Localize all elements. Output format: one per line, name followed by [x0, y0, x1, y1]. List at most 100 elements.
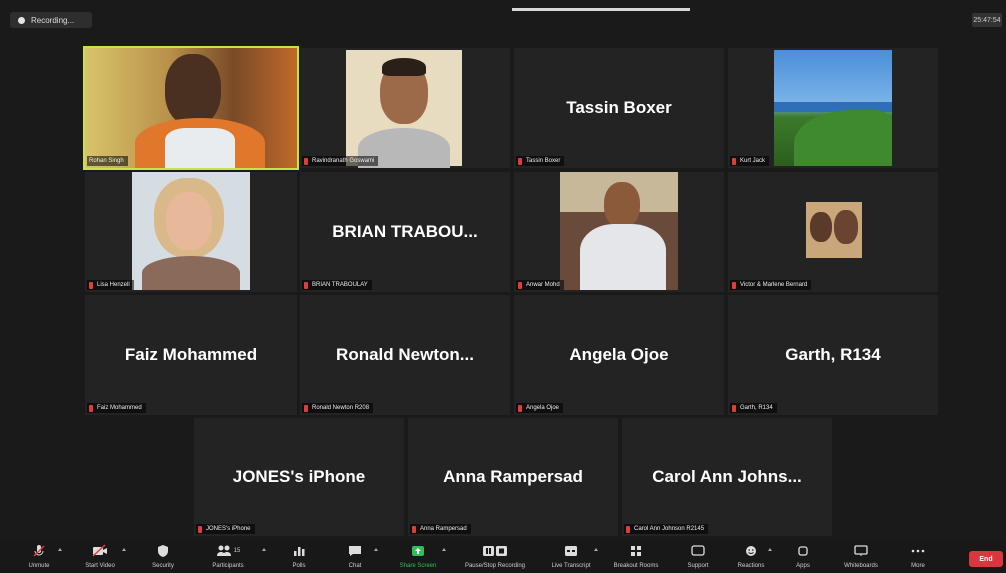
video-tile-5[interactable]: Lisa Henzell: [85, 172, 297, 292]
muted-mic-icon: [626, 525, 630, 533]
recording-indicator[interactable]: Recording...: [10, 12, 92, 28]
video-tile-1[interactable]: Rohan Singh: [83, 46, 299, 170]
video-tile-14[interactable]: Anna Rampersad Anna Rampersad: [408, 418, 618, 536]
video-tile-10[interactable]: Ronald Newton... Ronald Newton R208: [300, 295, 510, 415]
apps-button[interactable]: Apps: [789, 544, 817, 572]
polls-button[interactable]: Polls: [286, 544, 312, 572]
video-tile-12[interactable]: Garth, R134 Garth, R134: [728, 295, 938, 415]
unmute-button[interactable]: Unmute: [24, 544, 54, 572]
participant-name-tag: Victor & Marlene Bernard: [730, 280, 812, 290]
participant-name-tag: BRIAN TRABOULAY: [302, 280, 372, 290]
participant-name-tag: Faiz Mohammed: [87, 403, 146, 413]
participant-name-tag: Ronald Newton R208: [302, 403, 374, 413]
participant-display-name: Garth, R134: [785, 345, 881, 364]
meeting-timer: 25:47:54: [972, 13, 1002, 27]
share-screen-button[interactable]: Share Screen: [392, 544, 444, 572]
polls-label: Polls: [292, 563, 306, 569]
participant-display-name: Carol Ann Johns...: [652, 467, 802, 486]
participant-photo: [560, 172, 678, 290]
audio-options-caret[interactable]: [58, 548, 62, 551]
reactions-icon: [746, 546, 756, 556]
end-meeting-button[interactable]: End: [969, 551, 1003, 567]
muted-mic-icon: [412, 525, 416, 533]
video-tile-13[interactable]: JONES's iPhone JONES's iPhone: [194, 418, 404, 536]
participants-options-caret[interactable]: [262, 548, 266, 551]
recording-label: Recording...: [31, 15, 75, 25]
chat-button[interactable]: Chat: [340, 544, 370, 572]
muted-mic-icon: [89, 404, 93, 412]
security-label: Security: [152, 563, 174, 569]
more-button[interactable]: More: [904, 544, 932, 572]
chat-icon: [349, 546, 361, 556]
reactions-button[interactable]: Reactions: [732, 544, 770, 572]
unmute-label: Unmute: [28, 563, 50, 569]
participant-name: Ravindranath Goswami: [312, 158, 375, 164]
chat-label: Chat: [348, 563, 362, 569]
participant-name-tag: Tassin Boxer: [516, 156, 565, 166]
muted-mic-icon: [304, 281, 308, 289]
whiteboard-icon: [854, 545, 868, 556]
support-button[interactable]: Support: [680, 544, 716, 572]
whiteboards-label: Whiteboards: [844, 563, 878, 569]
reactions-options-caret[interactable]: [768, 548, 772, 551]
muted-mic-icon: [732, 281, 736, 289]
video-tile-11[interactable]: Angela Ojoe Angela Ojoe: [514, 295, 724, 415]
participant-name: Anwar Mohd: [526, 282, 560, 288]
participant-display-name: BRIAN TRABOU...: [332, 222, 478, 241]
pause-stop-recording-label: Pause/Stop Recording: [464, 563, 526, 569]
video-tile-3[interactable]: Tassin Boxer Tassin Boxer: [514, 48, 724, 168]
participant-name-tag: Lisa Henzell: [87, 280, 134, 290]
muted-mic-icon: [518, 404, 522, 412]
video-tile-8[interactable]: Victor & Marlene Bernard: [728, 172, 938, 292]
live-transcript-button[interactable]: Live Transcript: [545, 544, 597, 572]
apps-label: Apps: [796, 563, 810, 569]
muted-mic-icon: [198, 525, 202, 533]
participant-name-tag: Garth, R134: [730, 403, 777, 413]
chat-options-caret[interactable]: [374, 548, 378, 551]
video-tile-9[interactable]: Faiz Mohammed Faiz Mohammed: [85, 295, 297, 415]
participant-name: BRIAN TRABOULAY: [312, 282, 368, 288]
support-icon: [691, 545, 705, 556]
video-tile-2[interactable]: Ravindranath Goswami: [300, 48, 510, 168]
polls-icon: [294, 547, 305, 556]
apps-icon: [798, 546, 808, 556]
pause-stop-recording-button[interactable]: Pause/Stop Recording: [455, 544, 535, 572]
participant-display-name: JONES's iPhone: [232, 467, 366, 486]
participant-photo: [774, 50, 892, 166]
participant-display-name: Angela Ojoe: [569, 345, 669, 364]
participant-display-name: Ronald Newton...: [336, 345, 474, 364]
participant-name: Carol Ann Johnson R2145: [634, 526, 705, 532]
reactions-label: Reactions: [737, 563, 765, 569]
participant-display-name: Faiz Mohammed: [124, 345, 258, 364]
transcript-options-caret[interactable]: [594, 548, 598, 551]
video-tile-6[interactable]: BRIAN TRABOU... BRIAN TRABOULAY: [300, 172, 510, 292]
meeting-toolbar: Unmute Start Video Security 15 Participa…: [0, 540, 1006, 573]
video-tile-15[interactable]: Carol Ann Johns... Carol Ann Johnson R21…: [622, 418, 832, 536]
participant-name-tag: Carol Ann Johnson R2145: [624, 524, 709, 534]
share-options-caret[interactable]: [442, 548, 446, 551]
start-video-button[interactable]: Start Video: [80, 544, 120, 572]
participant-name: Ronald Newton R208: [312, 405, 370, 411]
whiteboards-button[interactable]: Whiteboards: [836, 544, 886, 572]
breakout-rooms-button[interactable]: Breakout Rooms: [606, 544, 666, 572]
video-tile-4[interactable]: Kurt Jack: [728, 48, 938, 168]
share-screen-label: Share Screen: [399, 563, 437, 569]
muted-mic-icon: [304, 157, 308, 165]
video-tile-7[interactable]: Anwar Mohd: [514, 172, 724, 292]
participant-name: Rohan Singh: [89, 158, 124, 164]
participants-button[interactable]: 15 Participants: [205, 544, 251, 572]
security-button[interactable]: Security: [146, 544, 180, 572]
breakout-rooms-icon: [631, 546, 641, 556]
participant-video: [85, 48, 297, 168]
video-off-icon: [92, 544, 107, 557]
start-video-label: Start Video: [85, 563, 115, 569]
video-options-caret[interactable]: [122, 548, 126, 551]
participant-display-name: Tassin Boxer: [566, 98, 672, 117]
participant-name-tag: JONES's iPhone: [196, 524, 255, 534]
participant-name: Faiz Mohammed: [97, 405, 142, 411]
participant-name: JONES's iPhone: [206, 526, 251, 532]
participant-name-tag: Ravindranath Goswami: [302, 156, 379, 166]
participant-photo: [346, 50, 462, 168]
participants-count: 15: [233, 548, 241, 554]
captions-icon: [565, 546, 577, 556]
